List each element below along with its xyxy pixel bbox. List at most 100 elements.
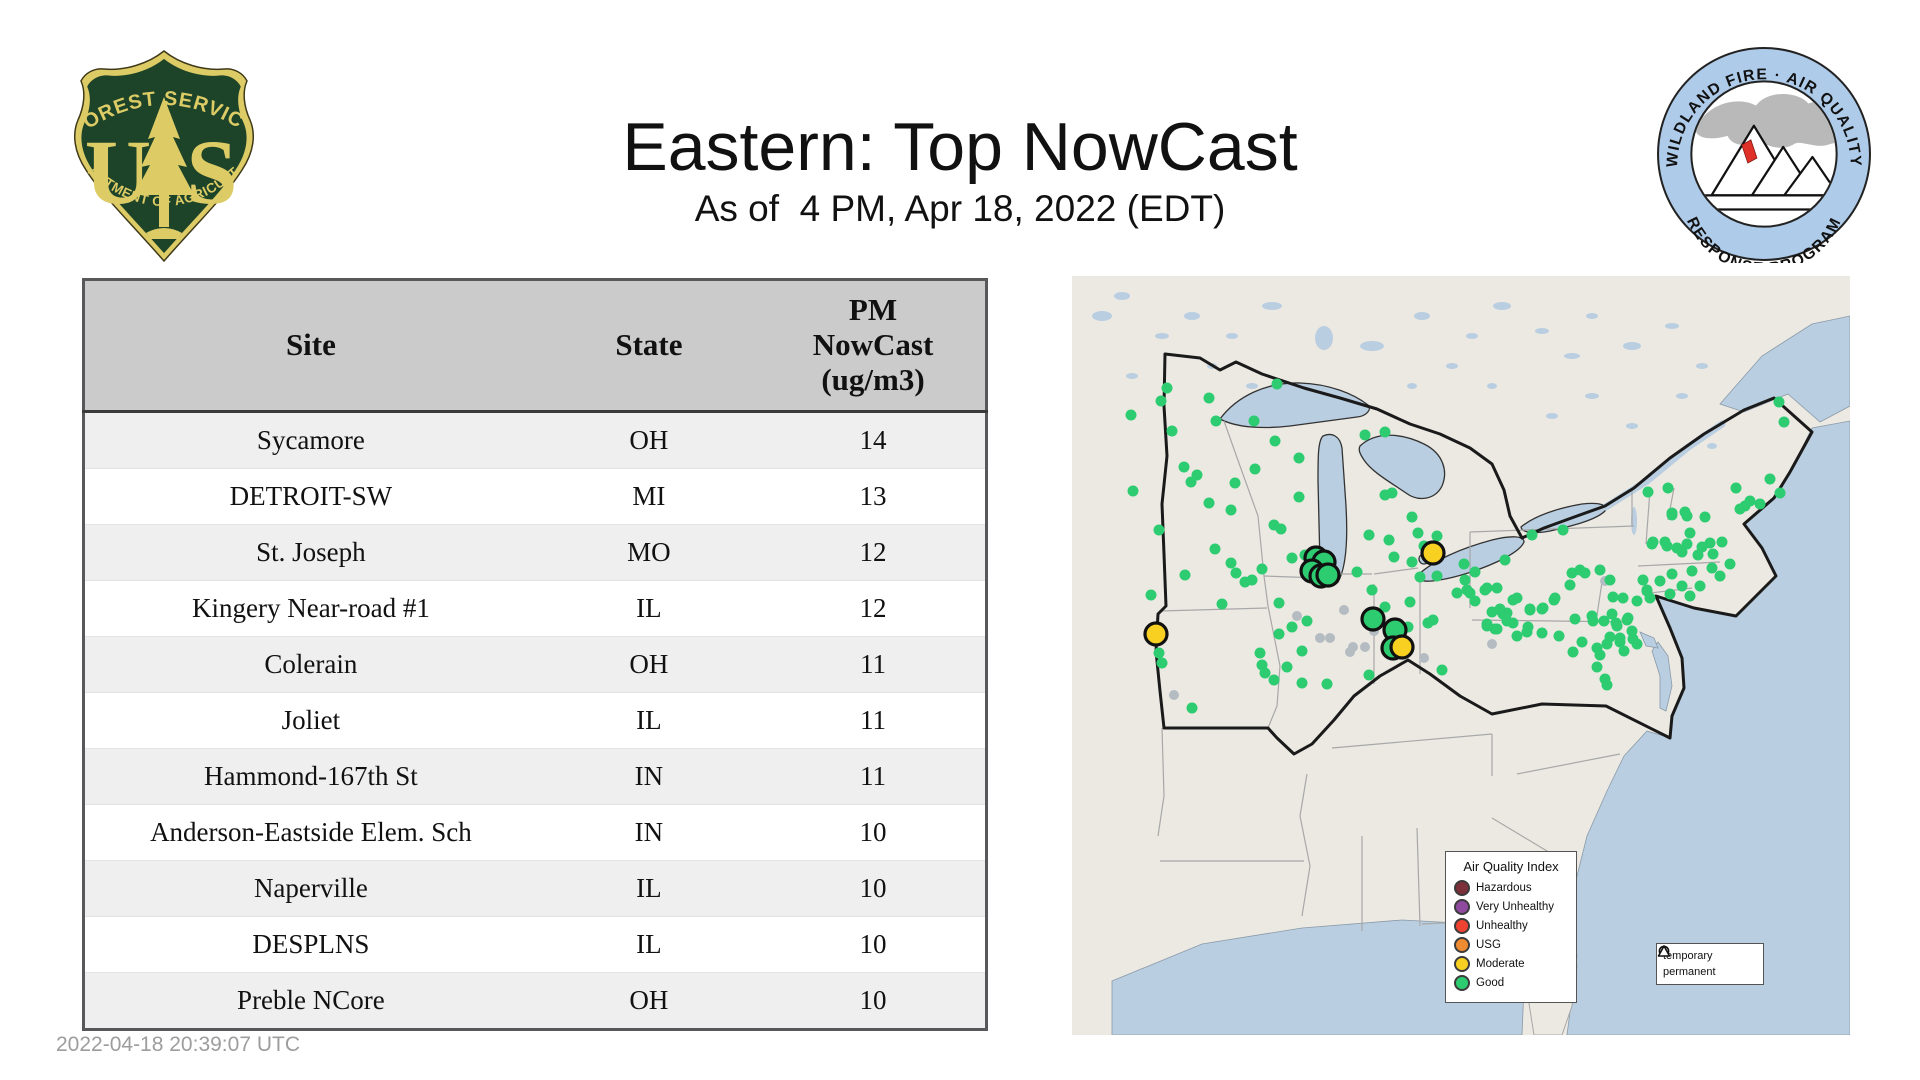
aqi-legend-label: Hazardous bbox=[1476, 882, 1532, 894]
aqi-legend-label: Moderate bbox=[1476, 958, 1525, 970]
good-station-dot bbox=[1436, 664, 1448, 676]
good-station-dot bbox=[1730, 482, 1742, 494]
good-station-dot bbox=[1591, 661, 1603, 673]
good-station-dot bbox=[1601, 679, 1613, 691]
aqi-color-swatch bbox=[1454, 937, 1470, 953]
good-station-dot bbox=[1412, 527, 1424, 539]
aqi-color-swatch bbox=[1454, 975, 1470, 991]
good-station-dot bbox=[1676, 580, 1688, 592]
state-cell: OH bbox=[629, 425, 669, 455]
good-station-dot bbox=[1684, 527, 1696, 539]
good-station-dot bbox=[1664, 588, 1676, 600]
good-station-dot bbox=[1459, 574, 1471, 586]
good-station-dot bbox=[1686, 565, 1698, 577]
good-station-dot bbox=[1273, 597, 1285, 609]
aqi-legend-label: Good bbox=[1476, 977, 1505, 989]
good-station-dot bbox=[1499, 554, 1511, 566]
good-station-dot bbox=[1125, 409, 1137, 421]
good-station-dot bbox=[1724, 558, 1736, 570]
site-cell: DESPLNS bbox=[252, 929, 370, 959]
good-station-dot bbox=[1489, 623, 1501, 635]
state-cell: OH bbox=[629, 985, 669, 1015]
table-row: Anderson-Eastside Elem. Sch IN 10 bbox=[83, 804, 987, 861]
table-row: Joliet IL 11 bbox=[83, 692, 987, 749]
good-station-dot bbox=[1522, 621, 1534, 633]
top-site-marker-good bbox=[1315, 562, 1341, 588]
good-station-dot bbox=[1203, 497, 1215, 509]
wfaqrp-logo: WILDLAND FIRE · AIR QUALITY RESPONSE PRO… bbox=[1655, 45, 1873, 277]
good-station-dot bbox=[1363, 669, 1375, 681]
good-station-dot bbox=[1714, 570, 1726, 582]
good-station-dot bbox=[1491, 582, 1503, 594]
good-station-dot bbox=[1684, 590, 1696, 602]
good-station-dot bbox=[1386, 487, 1398, 499]
site-cell: Anderson-Eastside Elem. Sch bbox=[150, 817, 472, 847]
good-station-dot bbox=[1694, 580, 1706, 592]
good-station-dot bbox=[1646, 538, 1658, 550]
aqi-legend-item: Moderate bbox=[1454, 956, 1568, 972]
state-cell: OH bbox=[629, 649, 669, 679]
good-station-dot bbox=[1178, 461, 1190, 473]
good-station-dot bbox=[1249, 463, 1261, 475]
aqi-map: Air Quality Index Hazardous Very Unhealth… bbox=[1072, 276, 1850, 1035]
good-station-dot bbox=[1458, 558, 1470, 570]
legend-item-permanent: permanent bbox=[1657, 945, 1757, 980]
top-site-marker-moderate bbox=[1143, 621, 1169, 647]
good-station-dot bbox=[1681, 538, 1693, 550]
inactive-station-dot bbox=[1325, 633, 1335, 643]
good-station-dot bbox=[1414, 571, 1426, 583]
table-body: Sycamore OH 14 DETROIT-SW MI 13 St. Joseph MO 12… bbox=[83, 411, 987, 1030]
table-row: Hammond-167th St IN 11 bbox=[83, 748, 987, 805]
good-station-dot bbox=[1501, 615, 1513, 627]
aqi-legend-item: USG bbox=[1454, 937, 1568, 953]
value-cell: 12 bbox=[859, 593, 887, 623]
good-station-dot bbox=[1363, 529, 1375, 541]
state-cell: IN bbox=[634, 761, 664, 791]
good-station-dot bbox=[1671, 542, 1683, 554]
good-station-dot bbox=[1161, 382, 1173, 394]
good-station-dot bbox=[1587, 615, 1599, 627]
good-station-dot bbox=[1296, 645, 1308, 657]
good-station-dot bbox=[1618, 645, 1630, 657]
good-station-dot bbox=[1186, 702, 1198, 714]
good-station-dot bbox=[1637, 574, 1649, 586]
good-station-dot bbox=[1271, 378, 1283, 390]
good-station-dot bbox=[1549, 592, 1561, 604]
good-station-dot bbox=[1156, 657, 1168, 669]
good-station-dot bbox=[1469, 595, 1481, 607]
state-cell: MO bbox=[627, 537, 671, 567]
fs-letter-s: S bbox=[186, 121, 237, 223]
site-cell: Naperville bbox=[253, 873, 368, 903]
good-station-dot bbox=[1699, 511, 1711, 523]
aqi-legend-items: Hazardous Very Unhealthy Unhealthy USG Moder… bbox=[1454, 880, 1568, 991]
good-station-dot bbox=[1706, 562, 1718, 574]
inactive-station-dot bbox=[1360, 642, 1370, 652]
good-station-dot bbox=[1155, 395, 1167, 407]
aqi-legend: Air Quality Index Hazardous Very Unhealth… bbox=[1445, 851, 1577, 1003]
good-station-dot bbox=[1229, 477, 1241, 489]
good-station-dot bbox=[1617, 592, 1629, 604]
good-station-dot bbox=[1557, 524, 1569, 536]
column-header-pm-nowcast: PM NowCast (ug/m3) bbox=[761, 279, 987, 413]
legend-item-temporary: temporary bbox=[1658, 945, 1757, 964]
top-site-marker-good bbox=[1360, 606, 1386, 632]
aqi-color-swatch bbox=[1454, 956, 1470, 972]
good-station-dot bbox=[1479, 584, 1491, 596]
table-row: DETROIT-SW MI 13 bbox=[83, 468, 987, 525]
good-station-dot bbox=[1594, 564, 1606, 576]
good-station-dot bbox=[1153, 647, 1165, 659]
site-cell: Sycamore bbox=[256, 425, 365, 455]
aqi-legend-item: Unhealthy bbox=[1454, 918, 1568, 934]
value-cell: 10 bbox=[859, 985, 887, 1015]
good-station-dot bbox=[1293, 452, 1305, 464]
aqi-legend-label: Unhealthy bbox=[1476, 920, 1528, 932]
good-station-dot bbox=[1604, 574, 1616, 586]
good-station-dot bbox=[1254, 647, 1266, 659]
good-station-dot bbox=[1286, 621, 1298, 633]
good-station-dot bbox=[1185, 476, 1197, 488]
good-station-dot bbox=[1662, 482, 1674, 494]
good-station-dot bbox=[1351, 566, 1363, 578]
page-title: Eastern: Top NowCast bbox=[622, 108, 1298, 185]
good-station-dot bbox=[1526, 529, 1538, 541]
column-header-state: State bbox=[536, 279, 762, 413]
